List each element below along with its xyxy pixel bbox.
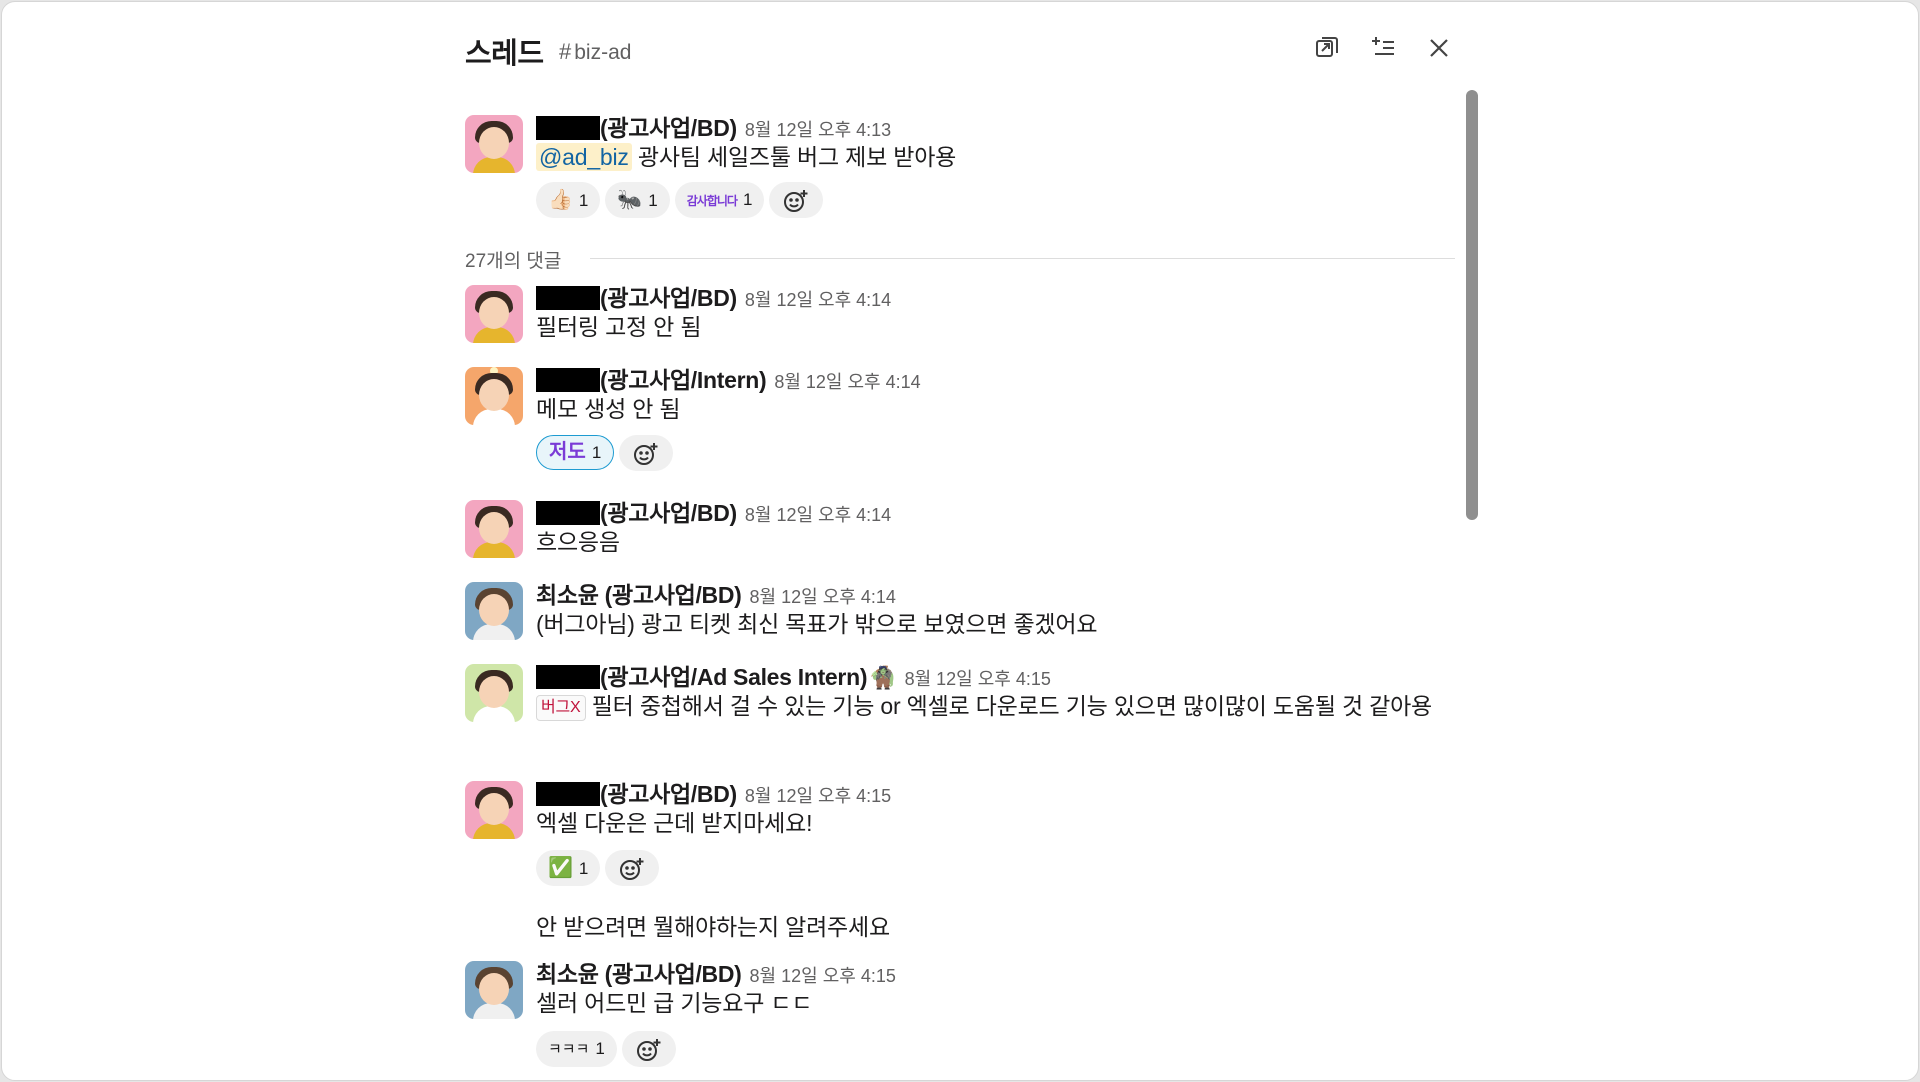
check-mark-icon: ✅ [548,857,573,879]
add-reaction-button[interactable] [619,435,674,471]
message-meta: (광고사업/Ad Sales Intern)🧌 8월 12일 오후 4:15 [536,658,1051,690]
hash-icon: # [559,39,572,64]
message-text: 흐으응음 [536,529,620,555]
timestamp[interactable]: 8월 12일 오후 4:14 [745,505,891,525]
timestamp[interactable]: 8월 12일 오후 4:14 [745,290,891,310]
timestamp[interactable]: 8월 12일 오후 4:14 [774,372,920,392]
sparkle-list-icon [1372,37,1394,55]
message-text: (버그아님) 광고 티켓 최신 목표가 밖으로 보였으면 좋겠어요 [536,611,1098,637]
author-name[interactable]: (광고사업/BD) [600,285,737,311]
avatar[interactable] [465,500,523,558]
avatar[interactable] [465,285,523,343]
message-text: 메모 생성 안 됨 [536,396,681,422]
redacted-name [536,665,600,689]
reaction-bar: ㅋㅋㅋ 1 [536,1031,676,1069]
redacted-name [536,368,600,392]
message-text: 필터링 고정 안 됨 [536,314,702,340]
message-meta: (광고사업/BD) 8월 12일 오후 4:15 [536,775,891,807]
ai-summary-button[interactable] [1363,28,1403,68]
reaction-me-too[interactable]: 저도 1 [536,435,615,470]
reaction-thumbs-up[interactable]: 👍🏻 1 [536,182,601,218]
avatar[interactable] [465,781,523,839]
author-name[interactable]: (광고사업/Intern) [600,367,767,393]
add-emoji-icon [784,190,808,212]
channel-name: biz-ad [574,41,632,64]
thread-pane: 스레드 # biz-ad (광고사업/BD) 8월 12일 오후 4:13 @a… [465,2,1478,1080]
reaction-ant[interactable]: 🐜 1 [605,182,670,218]
timestamp[interactable]: 8월 12일 오후 4:13 [745,120,891,140]
me-too-emoji-icon: 저도 [549,441,586,463]
author-name[interactable]: 최소윤 (광고사업/BD) [536,961,742,987]
ant-icon: 🐜 [617,189,643,211]
add-reaction-button[interactable] [769,182,824,218]
reaction-bar: ✅ 1 [536,850,660,888]
redacted-name [536,501,600,525]
message-meta: 최소윤 (광고사업/BD) 8월 12일 오후 4:15 [536,955,896,987]
message-meta: (광고사업/BD) 8월 12일 오후 4:14 [536,494,891,526]
timestamp[interactable]: 8월 12일 오후 4:14 [750,587,896,607]
thumbs-up-icon: 👍🏻 [548,189,573,211]
avatar[interactable] [465,961,523,1019]
thread-header: 스레드 # biz-ad [465,24,1461,70]
avatar[interactable] [465,664,523,722]
add-emoji-icon [636,1039,661,1061]
reply-count: 27개의 댓글 [465,246,580,273]
open-in-new-window-button[interactable] [1307,28,1347,68]
scrollbar[interactable] [1466,90,1478,520]
add-emoji-icon [620,858,644,880]
avatar[interactable] [465,367,523,425]
tag-label: 버그X [536,695,586,721]
status-emoji-icon[interactable]: 🧌 [869,665,896,690]
continuation-message-text: 안 받으려면 뭘해야하는지 알려주세요 [536,914,890,940]
message-meta: 최소윤 (광고사업/BD) 8월 12일 오후 4:14 [536,576,896,608]
user-mention[interactable]: @ad_biz [536,143,632,171]
redacted-name [536,116,600,140]
redacted-name [536,286,600,310]
channel-link[interactable]: # biz-ad [559,39,631,65]
reaction-lol[interactable]: ㅋㅋㅋ 1 [536,1031,617,1067]
author-name[interactable]: (광고사업/BD) [600,115,737,141]
message-meta: (광고사업/Intern) 8월 12일 오후 4:14 [536,361,921,393]
add-reaction-button[interactable] [621,1031,676,1067]
message-meta: (광고사업/BD) 8월 12일 오후 4:13 [536,109,891,141]
close-button[interactable] [1419,28,1459,68]
timestamp[interactable]: 8월 12일 오후 4:15 [750,966,896,986]
thread-title: 스레드 [465,38,544,70]
redacted-name [536,782,600,806]
add-reaction-button[interactable] [605,850,660,886]
message-text: 엑셀 다운은 근데 받지마세요! [536,810,813,836]
avatar[interactable] [465,582,523,640]
timestamp[interactable]: 8월 12일 오후 4:15 [745,786,891,806]
thanks-emoji-icon: 감사합니다 [686,194,738,208]
lol-emoji-icon: ㅋㅋㅋ [548,1041,590,1058]
reaction-bar: 저도 1 [536,435,674,473]
avatar[interactable] [465,115,523,173]
reaction-check[interactable]: ✅ 1 [536,850,601,886]
author-name[interactable]: (광고사업/Ad Sales Intern) [600,664,867,690]
timestamp[interactable]: 8월 12일 오후 4:15 [905,669,1051,689]
close-icon [1430,39,1448,57]
message-text: 버그X 필터 중첩해서 걸 수 있는 기능 or 엑셀로 다운로드 기능 있으면… [536,689,1456,723]
author-name[interactable]: (광고사업/BD) [600,781,737,807]
reply-count-divider: 27개의 댓글 [465,246,1455,273]
author-name[interactable]: (광고사업/BD) [600,500,737,526]
message-meta: (광고사업/BD) 8월 12일 오후 4:14 [536,279,891,311]
add-emoji-icon [634,443,658,465]
reaction-bar: 👍🏻 1 🐜 1 감사합니다 1 [536,182,824,220]
message-text: 셀러 어드민 급 기능요구 ㄷㄷ [536,990,813,1016]
author-name[interactable]: 최소윤 (광고사업/BD) [536,582,742,608]
reaction-thanks[interactable]: 감사합니다 1 [674,182,765,218]
thread-window: 스레드 # biz-ad (광고사업/BD) 8월 12일 오후 4:13 @a… [1,1,1919,1081]
popout-icon [1316,37,1338,57]
message-text: @ad_biz 광사팀 세일즈툴 버그 제보 받아용 [536,140,1456,174]
